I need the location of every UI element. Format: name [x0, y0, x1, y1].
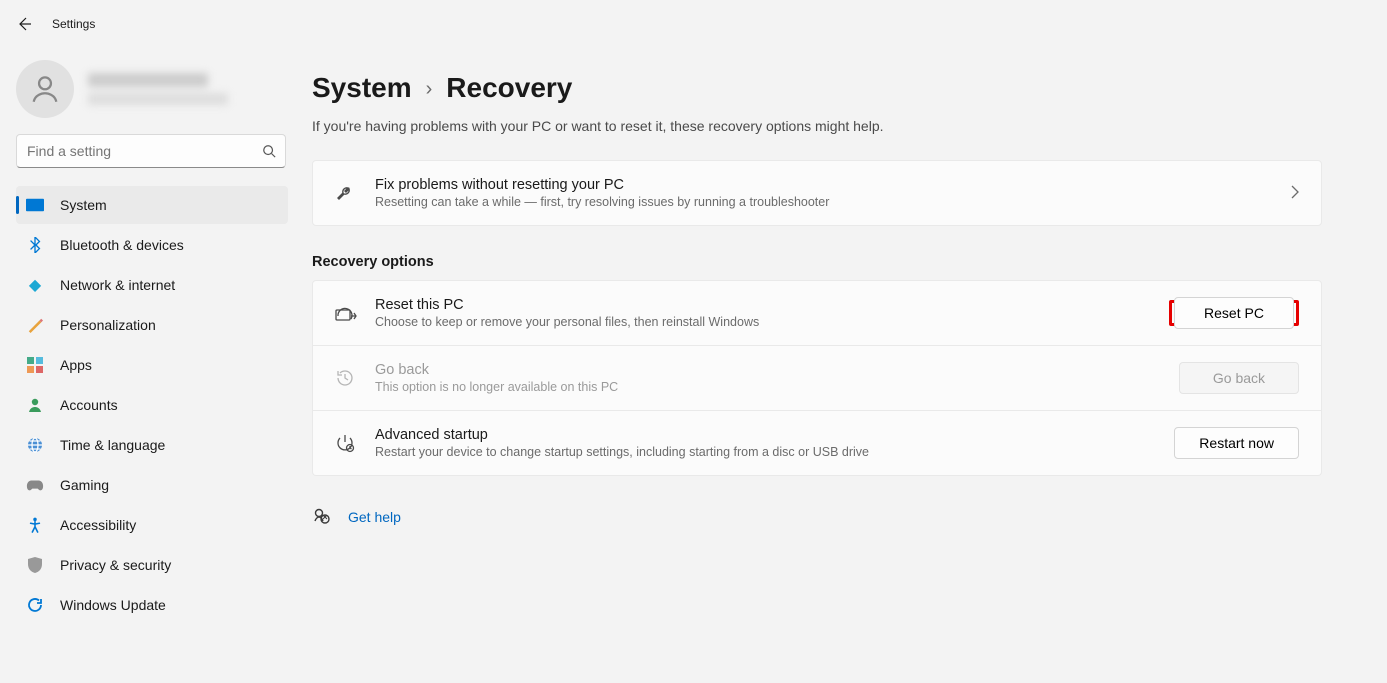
sidebar-item-label: Bluetooth & devices [60, 237, 184, 253]
card-desc: Restart your device to change startup se… [375, 445, 1158, 459]
sidebar-item-label: Privacy & security [60, 557, 171, 573]
sidebar-item-update[interactable]: Windows Update [16, 586, 288, 624]
avatar [16, 60, 74, 118]
reset-pc-icon [335, 304, 375, 322]
card-title: Advanced startup [375, 427, 1158, 443]
nav-list: System Bluetooth & devices ◆ Network & i… [16, 186, 288, 624]
chevron-right-icon: › [426, 78, 433, 101]
card-title: Go back [375, 362, 1163, 378]
update-icon [26, 596, 44, 614]
annotation-highlight: Reset PC [1169, 300, 1299, 326]
profile-text-blurred [88, 73, 228, 105]
sidebar-item-label: Windows Update [60, 597, 166, 613]
go-back-button: Go back [1179, 362, 1299, 394]
card-desc: Resetting can take a while — first, try … [375, 195, 1275, 209]
fix-problems-card[interactable]: Fix problems without resetting your PC R… [312, 160, 1322, 226]
apps-icon [26, 356, 44, 374]
accounts-icon [26, 396, 44, 414]
sidebar-item-privacy[interactable]: Privacy & security [16, 546, 288, 584]
system-icon [26, 196, 44, 214]
history-icon [335, 368, 375, 388]
search-icon [262, 144, 276, 158]
back-button[interactable] [16, 16, 32, 32]
bluetooth-icon [26, 236, 44, 254]
privacy-icon [26, 556, 44, 574]
advanced-startup-card: Advanced startup Restart your device to … [312, 411, 1322, 476]
card-desc: Choose to keep or remove your personal f… [375, 315, 1153, 329]
search-input[interactable] [16, 134, 286, 168]
personalization-icon [26, 316, 44, 334]
sidebar-item-personalization[interactable]: Personalization [16, 306, 288, 344]
sidebar-item-system[interactable]: System [16, 186, 288, 224]
reset-pc-card: Reset this PC Choose to keep or remove y… [312, 280, 1322, 346]
sidebar-item-label: Accounts [60, 397, 118, 413]
accessibility-icon [26, 516, 44, 534]
breadcrumb: System › Recovery [312, 72, 1339, 104]
sidebar: System Bluetooth & devices ◆ Network & i… [0, 48, 300, 624]
card-desc: This option is no longer available on th… [375, 380, 1163, 394]
time-language-icon [26, 436, 44, 454]
wrench-icon [335, 183, 375, 203]
sidebar-item-label: Apps [60, 357, 92, 373]
go-back-card: Go back This option is no longer availab… [312, 346, 1322, 411]
sidebar-item-label: System [60, 197, 107, 213]
network-icon: ◆ [26, 276, 44, 294]
help-icon [312, 506, 330, 527]
page-subtitle: If you're having problems with your PC o… [312, 118, 1339, 134]
main-content: System › Recovery If you're having probl… [300, 48, 1387, 624]
restart-now-button[interactable]: Restart now [1174, 427, 1299, 459]
advanced-startup-icon [335, 433, 375, 453]
gaming-icon [26, 476, 44, 494]
sidebar-item-label: Gaming [60, 477, 109, 493]
sidebar-item-bluetooth[interactable]: Bluetooth & devices [16, 226, 288, 264]
sidebar-item-network[interactable]: ◆ Network & internet [16, 266, 288, 304]
card-title: Reset this PC [375, 297, 1153, 313]
sidebar-item-label: Accessibility [60, 517, 136, 533]
sidebar-item-label: Network & internet [60, 277, 175, 293]
sidebar-item-apps[interactable]: Apps [16, 346, 288, 384]
window-title: Settings [52, 17, 95, 31]
sidebar-item-accounts[interactable]: Accounts [16, 386, 288, 424]
recovery-options-header: Recovery options [312, 254, 1339, 270]
sidebar-item-label: Time & language [60, 437, 165, 453]
sidebar-item-accessibility[interactable]: Accessibility [16, 506, 288, 544]
sidebar-item-label: Personalization [60, 317, 156, 333]
chevron-right-icon [1291, 186, 1299, 202]
breadcrumb-parent[interactable]: System [312, 72, 412, 104]
get-help-link[interactable]: Get help [348, 509, 401, 525]
sidebar-item-time-language[interactable]: Time & language [16, 426, 288, 464]
reset-pc-button[interactable]: Reset PC [1174, 297, 1294, 329]
page-title: Recovery [446, 72, 572, 104]
sidebar-item-gaming[interactable]: Gaming [16, 466, 288, 504]
card-title: Fix problems without resetting your PC [375, 177, 1275, 193]
user-profile[interactable] [16, 56, 300, 134]
